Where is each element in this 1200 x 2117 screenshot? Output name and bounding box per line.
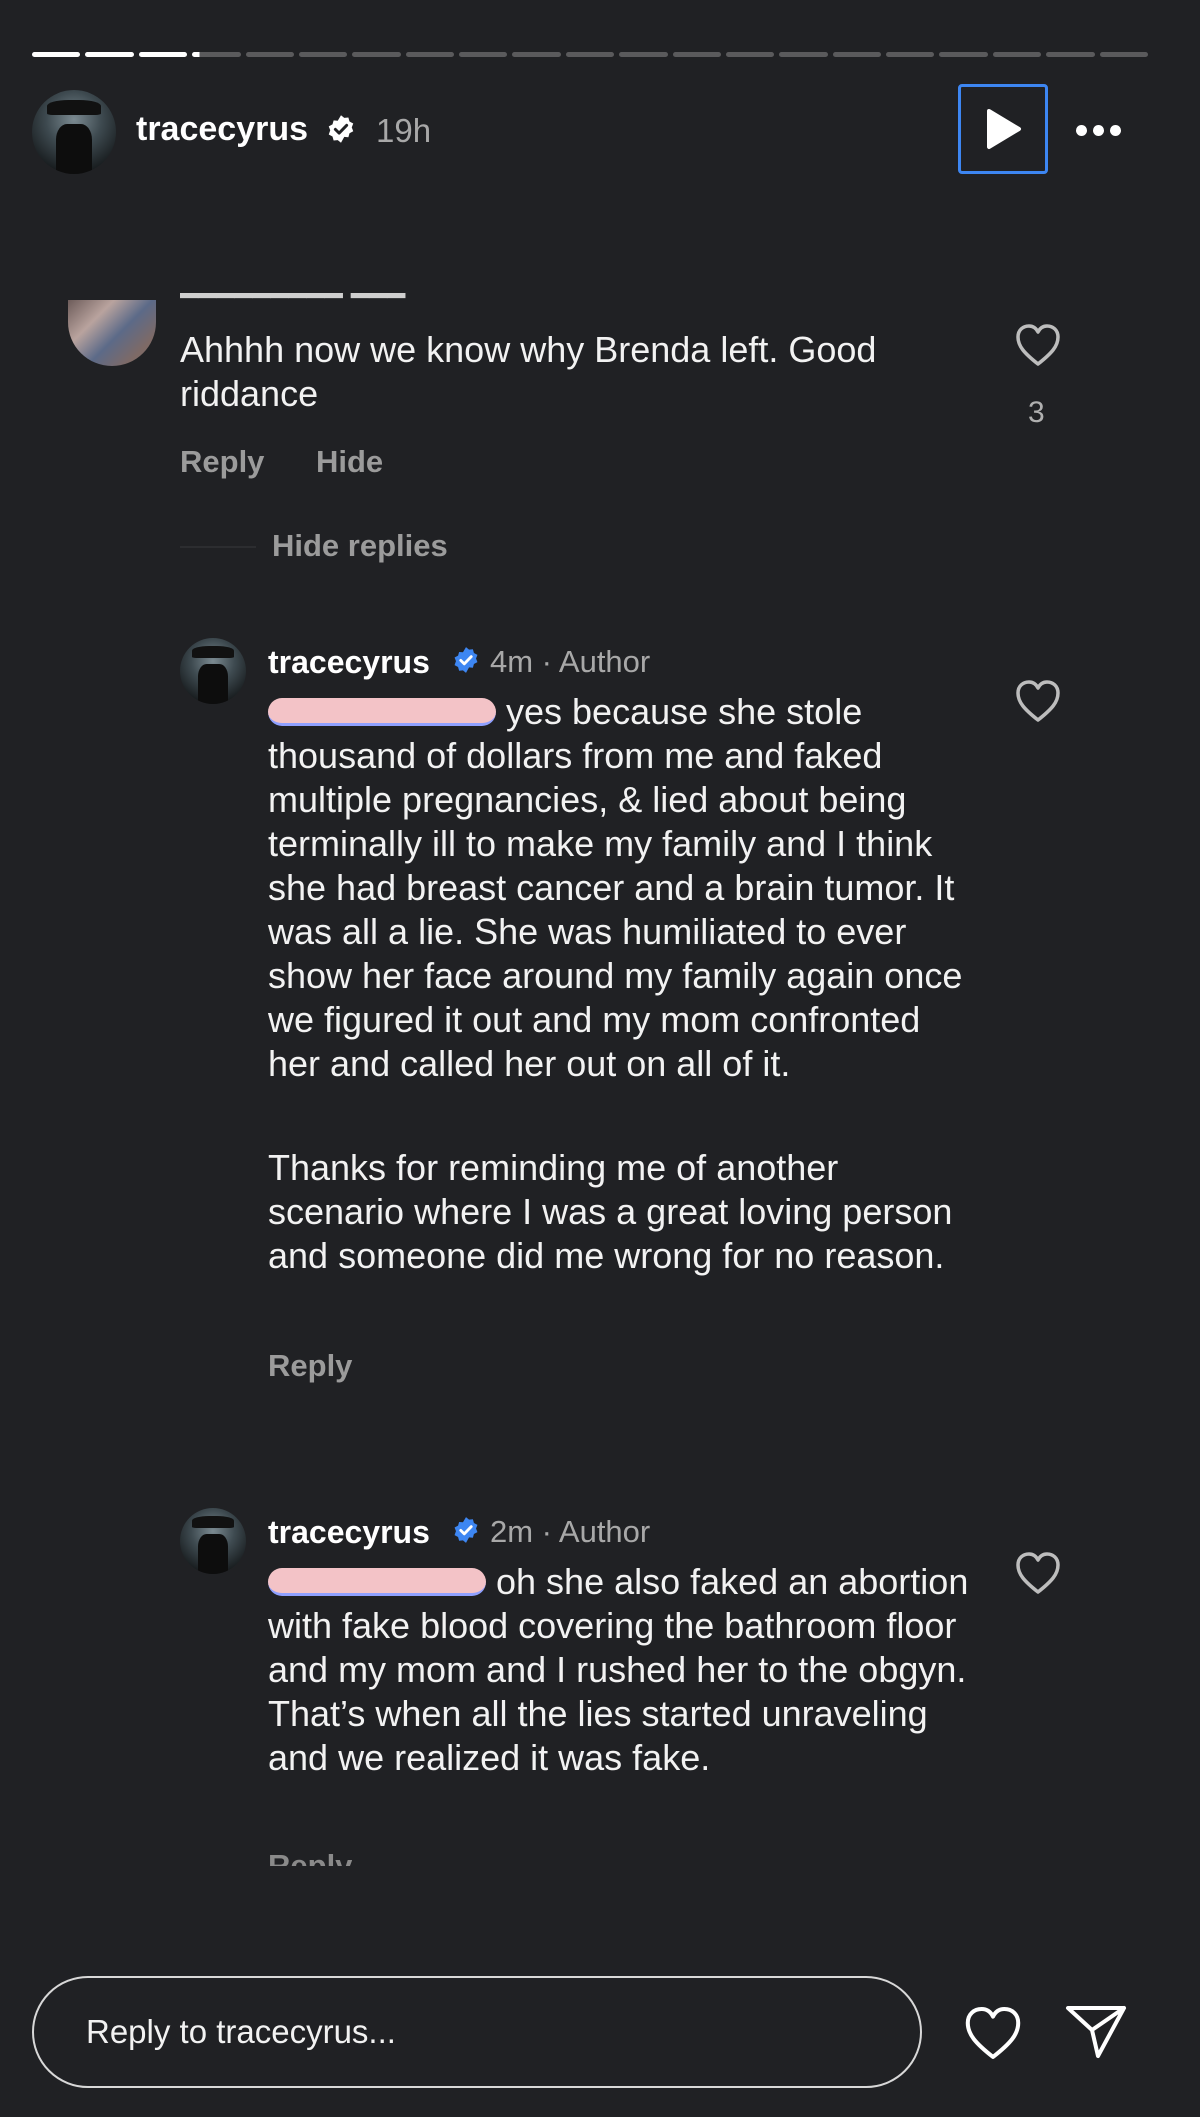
reply-meta: 2m · Author [490,1514,651,1549]
progress-segment [352,52,401,57]
reply-avatar[interactable] [180,1508,246,1574]
progress-segment [1046,52,1095,57]
profile-avatar[interactable] [32,90,116,174]
progress-segment [459,52,508,57]
hide-replies-button[interactable]: Hide replies [272,528,448,564]
play-button[interactable] [958,84,1048,174]
reply-text-second-paragraph: Thanks for reminding me of another scena… [268,1147,953,1276]
reply-button[interactable]: Reply [180,444,264,480]
reply-text-body: yes because she stole thousand of dollar… [268,691,963,1084]
progress-segment [725,52,775,57]
commenter-avatar[interactable] [68,300,156,366]
more-icon-dot [1109,124,1121,136]
comment-text: Ahhhh now we know why Brenda left. Good … [180,329,877,414]
reply-text: oh she also faked an abortion with fake … [268,1560,978,1780]
progress-segment [992,52,1042,57]
hide-button[interactable]: Hide [316,444,383,480]
verified-icon [454,647,478,673]
reply-button-cut[interactable]: Reply [268,1852,352,1866]
reply-button[interactable]: Reply [268,1348,352,1384]
reply-username[interactable]: tracecyrus [268,1514,430,1551]
heart-icon[interactable] [1014,678,1062,724]
reply-avatar[interactable] [180,638,246,704]
progress-segment [192,52,241,57]
heart-icon[interactable] [1014,322,1062,368]
progress-segment [1099,52,1148,57]
reply-username[interactable]: tracecyrus [268,644,430,681]
progress-segment [298,52,348,57]
play-icon [987,109,1021,149]
progress-segment [85,52,134,57]
progress-segment [939,52,988,57]
reply-meta: 4m · Author [490,644,651,679]
progress-segment [672,52,721,57]
heart-icon[interactable] [962,2004,1024,2062]
progress-segment [565,52,615,57]
progress-segment [779,52,828,57]
progress-segment [512,52,561,57]
more-icon [1075,124,1087,136]
verified-icon [328,115,354,143]
heart-icon[interactable] [1014,1550,1062,1596]
progress-segment [405,52,454,57]
verified-icon [454,1517,478,1543]
progress-segment [886,52,935,57]
redacted-mention [268,1568,486,1596]
progress-segment [619,52,668,57]
progress-segment [32,52,81,57]
progress-segment [245,52,294,57]
progress-segment [832,52,881,57]
reply-text: yes because she stole thousand of dollar… [268,690,978,1086]
send-icon[interactable] [1064,2000,1128,2060]
story-username[interactable]: tracecyrus [136,110,308,149]
more-options-button[interactable] [1068,110,1128,150]
story-timestamp: 19h [376,112,432,149]
more-icon-dot [1092,124,1104,136]
thread-line [180,546,256,548]
story-progress-bar [32,52,1148,57]
commenter-username-cut: ━━━━━━━━━ ━━━ [180,292,406,310]
redacted-mention [268,698,496,726]
reply-input[interactable] [32,1976,922,2088]
progress-segment [138,52,188,57]
like-count: 3 [1028,396,1045,429]
